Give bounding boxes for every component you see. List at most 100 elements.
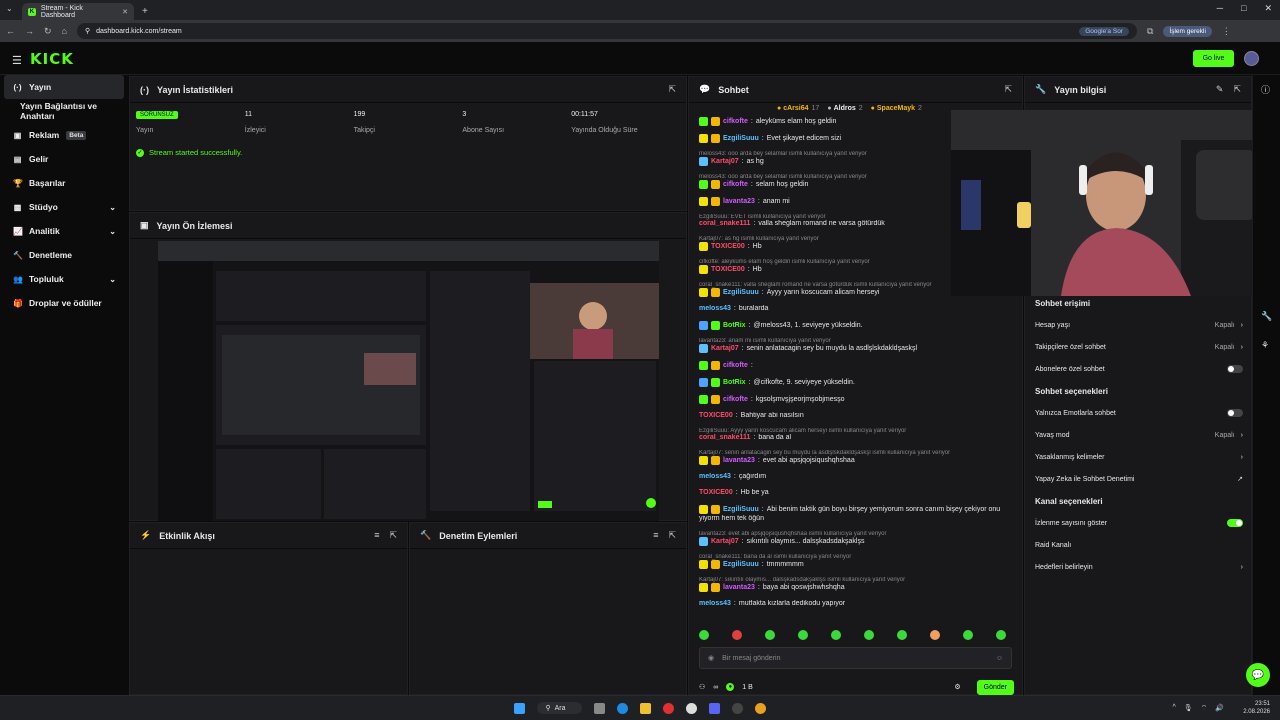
chat-message[interactable]: cifkofte: [699, 361, 1014, 370]
new-tab-button[interactable]: + [142, 6, 148, 17]
sidebar-item[interactable]: 👥 Topluluk ⌄ [0, 267, 128, 291]
task-view-icon[interactable] [593, 702, 605, 714]
emote-icon[interactable] [930, 630, 940, 640]
chat-username[interactable]: Kartaj07 [711, 345, 739, 353]
toggle-switch[interactable] [1227, 365, 1243, 373]
chat-username[interactable]: Kartaj07 [711, 158, 739, 166]
chrome-icon[interactable] [754, 702, 766, 714]
emote-icon[interactable] [732, 630, 742, 640]
chat-username[interactable]: TOXICE00 [699, 489, 733, 497]
settings-row[interactable]: Yalnızca Emotlarla sohbet [1025, 402, 1253, 424]
chevron-right-icon[interactable]: › [1241, 454, 1243, 461]
kick-logo[interactable]: KICK [30, 50, 74, 68]
emote-icon[interactable] [963, 630, 973, 640]
url-bar[interactable]: ⚲ dashboard.kick.com/stream Google'a Sor [76, 23, 1137, 39]
chat-message[interactable]: BotRix: @cifkofte, 9. seviyeye yükseldin. [699, 378, 1014, 387]
emote-icon[interactable] [765, 630, 775, 640]
chevron-down-icon[interactable]: ⌄ [109, 227, 116, 236]
sidebar-item[interactable]: ▩ Stüdyo ⌄ [0, 195, 128, 219]
chat-message[interactable]: TOXICE00: Bahtiyar abi nasılsın [699, 412, 1014, 420]
chevron-right-icon[interactable]: › [1241, 344, 1243, 351]
discord-icon[interactable] [708, 702, 720, 714]
edit-icon[interactable]: ✎ [1216, 84, 1224, 95]
home-icon[interactable]: ⌂ [62, 26, 67, 36]
supporter-item[interactable]: ● Aldros 2 [827, 105, 862, 112]
popout-icon[interactable]: ⇱ [1233, 84, 1241, 95]
minimize-icon[interactable]: ─ [1217, 3, 1223, 14]
chat-username[interactable]: cifkofte [723, 118, 748, 126]
settings-row[interactable]: Takipçilere özel sohbet Kapalı › [1025, 336, 1253, 358]
sidebar-item[interactable]: 📈 Analitik ⌄ [0, 219, 128, 243]
sidebar-item[interactable]: ▣ Reklam Beta [0, 123, 128, 147]
chat-message[interactable]: EzgiliSuuu: Abi benim taktik gün boyu bir… [699, 505, 1014, 514]
emoji-icon[interactable]: ☺ [996, 655, 1003, 662]
emote-icon[interactable] [831, 630, 841, 640]
hamburger-menu-icon[interactable]: ☰ [12, 54, 22, 67]
tab-close-icon[interactable]: ✕ [122, 8, 128, 16]
settings-row[interactable]: Raid Kanalı [1025, 534, 1253, 556]
chat-message[interactable]: meloss43: çağırdım [699, 473, 1014, 481]
chat-username[interactable]: EzgiliSuuu [723, 561, 759, 569]
popout-icon[interactable]: ⇱ [389, 530, 397, 541]
browser-tab[interactable]: K Stream - Kick Dashboard ✕ [22, 3, 134, 20]
support-chat-button[interactable]: 💬 [1246, 663, 1270, 687]
chat-username[interactable]: EzgiliSuuu [723, 506, 759, 514]
tab-search-icon[interactable]: ⌄ [6, 4, 13, 13]
maximize-icon[interactable]: □ [1241, 3, 1246, 14]
chevron-down-icon[interactable]: ⌄ [109, 203, 116, 212]
filter-icon[interactable]: ≡ [653, 530, 658, 541]
chat-username[interactable]: lavanta23 [723, 584, 755, 592]
chat-username[interactable]: EzgiliSuuu [723, 289, 759, 297]
taskbar-search[interactable]: ⚲ Ara [537, 702, 582, 714]
chat-username[interactable]: coral_snake111 [699, 434, 750, 442]
chat-username[interactable]: TOXICE00 [699, 412, 733, 420]
settings-row[interactable]: Yavaş mod Kapalı › [1025, 424, 1253, 446]
send-button[interactable]: Gönder [976, 679, 1014, 695]
users-icon[interactable]: ⚇ [699, 683, 705, 691]
supporter-item[interactable]: ● SpaceMayk 2 [871, 105, 922, 112]
chat-message[interactable]: TOXICE00: Hb be ya [699, 489, 1014, 497]
filter-icon[interactable]: ≡ [374, 530, 379, 541]
chat-username[interactable]: meloss43 [699, 305, 731, 313]
chat-message[interactable]: meloss43: mutfakta kızlarla dedikodu yapı… [699, 600, 1014, 608]
chat-username[interactable]: BotRix [723, 322, 746, 330]
popout-icon[interactable]: ⇱ [668, 530, 676, 541]
chat-message[interactable]: lavanta23: evet abi apsjqojsiqushqhshaa [699, 456, 1014, 465]
chat-username[interactable]: lavanta23 [723, 198, 755, 206]
chat-message[interactable]: coral_snake111: bana da al [699, 434, 1014, 442]
chat-username[interactable]: cifkofte [723, 181, 748, 189]
sidebar-item[interactable]: (·) Yayın [4, 75, 124, 99]
back-icon[interactable]: ← [6, 26, 15, 36]
chat-username[interactable]: meloss43 [699, 600, 731, 608]
chat-username[interactable]: EzgiliSuuu [723, 135, 759, 143]
chat-message[interactable]: lavanta23: baya abi qoswjshwhshqha [699, 583, 1014, 592]
google-ask-button[interactable]: Google'a Sor [1079, 26, 1129, 36]
opera-icon[interactable] [662, 702, 674, 714]
profile-status-button[interactable]: İşlem gerekli [1163, 25, 1212, 37]
popout-icon[interactable]: ⇱ [1004, 84, 1012, 95]
sidebar-item[interactable]: ▤ Gelir [0, 147, 128, 171]
emote-icon[interactable] [864, 630, 874, 640]
edge-icon[interactable] [616, 702, 628, 714]
chat-username[interactable]: Kartaj07 [711, 538, 739, 546]
settings-row[interactable]: Yasaklanmış kelimeler › [1025, 446, 1253, 468]
tray-chevron-icon[interactable]: ^ [1173, 704, 1176, 713]
settings-row[interactable]: Hesap yaşı Kapalı › [1025, 314, 1253, 336]
wifi-icon[interactable]: ⌔ [1201, 704, 1208, 713]
reload-icon[interactable]: ↻ [44, 26, 52, 37]
chat-username[interactable]: TOXICE00 [711, 243, 745, 251]
toggle-switch[interactable] [1227, 519, 1243, 527]
chat-message[interactable]: Kartaj07: sıkıntılı olaymıs... dalsşkadsd… [699, 537, 1014, 546]
chevron-right-icon[interactable]: › [1241, 432, 1243, 439]
settings-row[interactable]: Yapay Zeka ile Sohbet Denetimi ↗ [1025, 468, 1253, 490]
extensions-icon[interactable]: ⧉ [1147, 26, 1153, 37]
chat-settings-icon[interactable]: ⚙ [954, 683, 960, 691]
file-explorer-icon[interactable] [639, 702, 651, 714]
volume-icon[interactable]: 🔊 [1215, 704, 1224, 713]
chevron-down-icon[interactable]: ⌄ [109, 275, 116, 284]
emote-icon[interactable] [798, 630, 808, 640]
emote-icon[interactable] [897, 630, 907, 640]
chat-message[interactable]: meloss43: buralarda [699, 305, 1014, 313]
browser-menu-icon[interactable]: ⋮ [1222, 26, 1231, 37]
chat-message[interactable]: EzgiliSuuu: tmmmmmm [699, 560, 1014, 569]
